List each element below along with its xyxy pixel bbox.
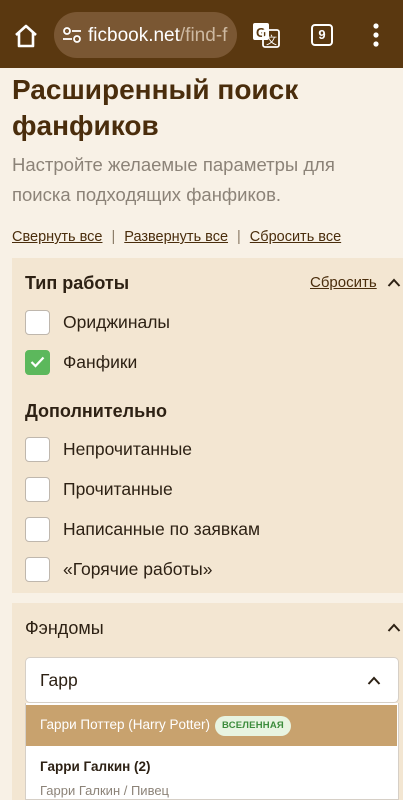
- url-path: /find-f: [179, 25, 228, 46]
- checkbox-label: «Горячие работы»: [63, 559, 213, 579]
- fandom-option-label[interactable]: Гарри Галкин (2): [40, 759, 151, 774]
- fandom-results-dropdown: Гарри Поттер (Harry Potter) ВСЕЛЕННАЯ Га…: [25, 703, 399, 800]
- check-icon: [30, 356, 45, 368]
- checkbox-requests[interactable]: Написанные по заявкам: [25, 517, 385, 543]
- checkbox-unread[interactable]: Непрочитанные: [25, 437, 385, 463]
- checkbox-label: Написанные по заявкам: [63, 519, 261, 539]
- url-host: ficbook.net: [88, 25, 180, 46]
- chevron-up-icon[interactable]: [387, 278, 401, 287]
- reset-all-link[interactable]: Сбросить все: [250, 229, 341, 245]
- checkbox-fanfics[interactable]: Фанфики: [25, 350, 385, 376]
- page-subtitle: Настройте желаемые параметры для поиска …: [12, 154, 335, 205]
- fandom-input-value[interactable]: Гарр: [40, 670, 78, 691]
- expand-all-link[interactable]: Развернуть все: [124, 229, 228, 245]
- fandom-option-label: Гарри Поттер (Harry Potter): [40, 717, 211, 732]
- checkbox-read[interactable]: Прочитанные: [25, 477, 385, 503]
- checkbox-label: Прочитанные: [63, 479, 173, 499]
- svg-text:文: 文: [266, 33, 277, 47]
- checkbox-label: Непрочитанные: [63, 439, 193, 459]
- browser-toolbar: ficbook.net/find-f G 文 9: [0, 0, 403, 68]
- chevron-up-icon[interactable]: [387, 623, 401, 632]
- more-vert-icon[interactable]: [370, 22, 382, 48]
- url-text: ficbook.net/find-f: [88, 25, 232, 47]
- section-controls: Свернуть все | Развернуть все | Сбросить все: [12, 229, 341, 245]
- checkbox-box[interactable]: [25, 557, 50, 582]
- checkbox-label: Ориджиналы: [63, 312, 170, 332]
- fandom-option-harry-potter[interactable]: Гарри Поттер (Harry Potter) ВСЕЛЕННАЯ: [26, 705, 397, 746]
- fandoms-heading: Фэндомы: [25, 618, 104, 638]
- checkbox-box[interactable]: [25, 477, 50, 502]
- work-type-reset-link[interactable]: Сбросить: [310, 274, 377, 291]
- checkbox-box-checked[interactable]: [25, 350, 50, 375]
- home-icon[interactable]: [12, 22, 40, 50]
- chevron-up-icon[interactable]: [367, 676, 381, 685]
- checkbox-label: Фанфики: [63, 352, 138, 372]
- checkbox-box[interactable]: [25, 517, 50, 542]
- address-bar[interactable]: ficbook.net/find-f: [54, 12, 237, 58]
- fandom-option-subtitle: Гарри Галкин / Пивец: [40, 783, 170, 798]
- site-settings-icon[interactable]: [62, 26, 82, 44]
- checkbox-box[interactable]: [25, 310, 50, 335]
- page-title: Расширенный поиск фанфиков: [12, 74, 299, 141]
- work-type-heading: Тип работы: [25, 273, 130, 293]
- fandom-search-input[interactable]: Гарр: [25, 657, 399, 703]
- additional-heading: Дополнительно: [25, 401, 168, 421]
- universe-badge: ВСЕЛЕННАЯ: [215, 716, 291, 736]
- tab-switcher-button[interactable]: 9: [311, 24, 333, 46]
- checkbox-box[interactable]: [25, 437, 50, 462]
- separator: |: [237, 229, 241, 245]
- checkbox-hot-works[interactable]: «Горячие работы»: [25, 557, 385, 583]
- checkbox-originals[interactable]: Ориджиналы: [25, 310, 385, 336]
- translate-icon[interactable]: G 文: [252, 22, 280, 48]
- separator: |: [111, 229, 116, 245]
- svg-text:G: G: [256, 25, 266, 40]
- collapse-all-link[interactable]: Свернуть все: [12, 229, 102, 245]
